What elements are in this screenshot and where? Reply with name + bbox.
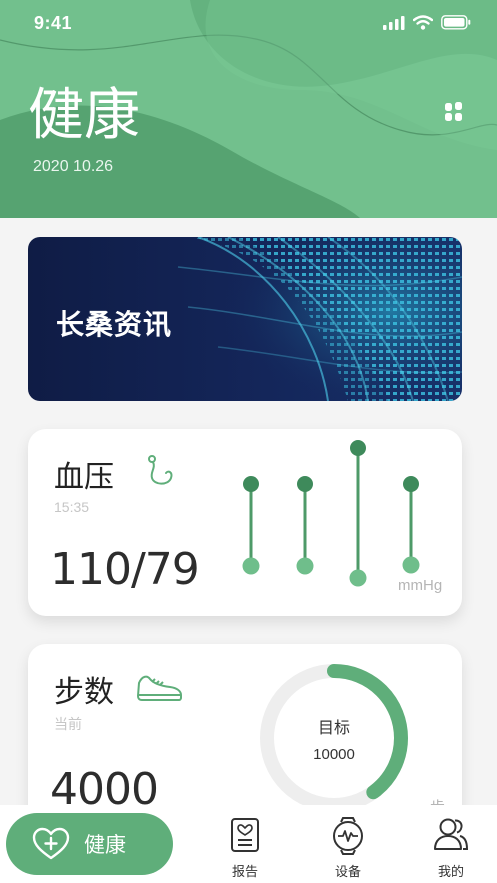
news-banner[interactable]: 长桑资讯	[28, 237, 462, 401]
tab-device[interactable]: 设备	[318, 817, 378, 880]
tab-device-label: 设备	[334, 865, 361, 880]
stethoscope-icon	[148, 455, 173, 485]
bp-time: 15:35	[54, 499, 90, 515]
blood-pressure-card[interactable]: 血压 15:35 110/79 mmHg	[28, 429, 462, 616]
status-bar: 9:41	[0, 0, 497, 46]
tab-mine[interactable]: 我的	[421, 817, 481, 880]
profile-icon	[434, 818, 469, 850]
goal-label: 目标	[317, 718, 350, 737]
watch-icon	[333, 817, 363, 855]
tab-mine-label: 我的	[437, 865, 464, 880]
battery-icon	[441, 15, 471, 30]
steps-goal-ring	[260, 664, 408, 812]
steps-title: 步数	[54, 675, 114, 710]
bp-unit: mmHg	[398, 577, 443, 594]
health-header: 9:41 健康 2020 10.26	[0, 0, 497, 218]
tab-report[interactable]: 报告	[215, 817, 275, 880]
bp-range-chart	[242, 440, 420, 587]
tab-health-label: 健康	[84, 833, 126, 857]
tab-bar: 健康 报告 设备 我的	[0, 805, 497, 883]
wifi-icon	[413, 15, 433, 30]
page-title: 健康	[28, 83, 140, 148]
signal-icon	[383, 15, 405, 30]
heart-plus-icon	[32, 827, 70, 860]
bp-value: 110/79	[50, 544, 200, 595]
steps-sub: 当前	[54, 716, 82, 732]
shoe-icon	[137, 675, 182, 701]
report-icon	[231, 818, 259, 852]
grid-menu-icon[interactable]	[443, 101, 465, 123]
tab-health[interactable]: 健康	[6, 813, 173, 875]
status-icons	[383, 15, 471, 30]
goal-value: 10000	[313, 746, 355, 763]
tab-report-label: 报告	[231, 865, 258, 880]
status-time: 9:41	[34, 13, 73, 33]
bp-title: 血压	[54, 460, 114, 495]
banner-title: 长桑资讯	[56, 308, 173, 341]
page-date: 2020 10.26	[33, 158, 114, 175]
